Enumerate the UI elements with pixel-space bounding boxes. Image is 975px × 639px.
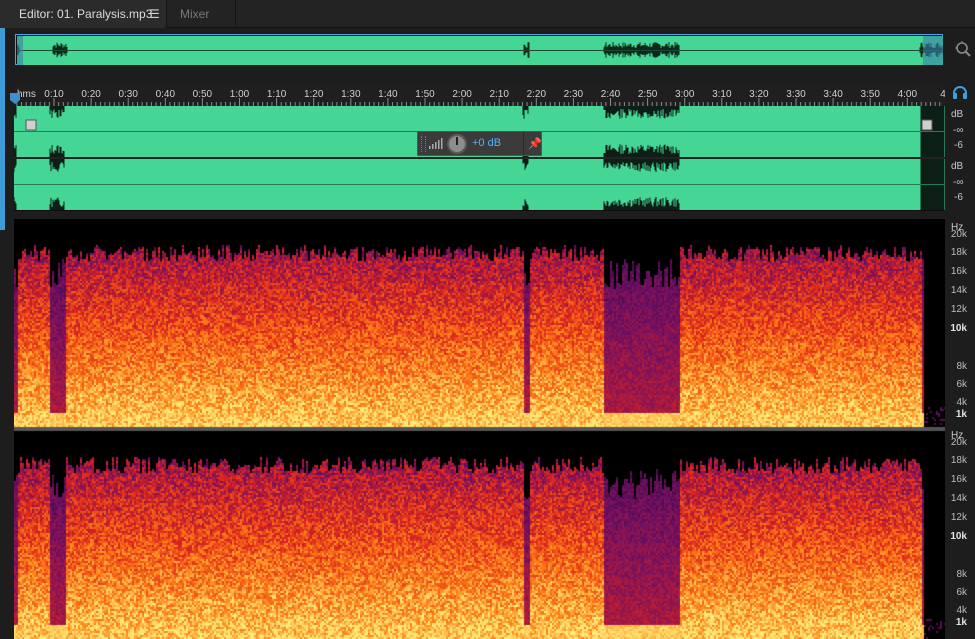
waveform-channels[interactable]	[14, 106, 945, 211]
hz-tick-label: 10k	[950, 531, 967, 542]
hz-tick-label: 14k	[950, 285, 967, 296]
db-unit-ch2: dB	[951, 161, 964, 172]
ruler-tick-label: 1:50	[415, 89, 435, 100]
ruler-tick-label: 1:10	[267, 89, 287, 100]
ruler-tick-label: 0:40	[156, 89, 176, 100]
ruler-tick-label: 3:00	[675, 89, 695, 100]
ruler-tick-label: 1:30	[341, 89, 361, 100]
ruler-tick-label: 3:10	[712, 89, 732, 100]
volume-bars-icon	[429, 138, 443, 149]
ruler-tick-label: 2:30	[564, 89, 584, 100]
hz-tick-label: 8k	[956, 569, 967, 580]
waveform-display[interactable]	[14, 106, 945, 211]
hz-tick-label: 16k	[950, 474, 967, 485]
ruler-tick-label: 1:00	[230, 89, 250, 100]
db-label-ch2-6: -6	[954, 192, 963, 203]
tab-bar: Editor: 01. Paralysis.mp3 ☰ Mixer	[0, 0, 975, 28]
ruler-tick-label: 0:20	[81, 89, 101, 100]
hz-tick-label: 12k	[950, 512, 967, 523]
ruler-tick-label: 0:30	[118, 89, 138, 100]
overview-navigator[interactable]	[15, 34, 943, 65]
hz-tick-label: 14k	[950, 493, 967, 504]
ruler-tick-label: 0:10	[44, 89, 64, 100]
db-label-ch2-inf: -∞	[953, 177, 964, 188]
tab-editor-label: Editor: 01. Paralysis.mp3	[19, 7, 153, 21]
fade-in-handle-icon[interactable]	[25, 119, 37, 131]
db-label-ch1-6: -6	[954, 140, 963, 151]
ruler-tick-label: 2:00	[452, 89, 472, 100]
volume-value[interactable]: +0 dB	[472, 137, 501, 149]
tab-menu-icon[interactable]: ☰	[149, 7, 160, 21]
panel-focus-indicator	[0, 28, 5, 230]
db-label-ch1-inf: -∞	[953, 125, 964, 136]
hz-tick-label: 6k	[956, 379, 967, 390]
db-unit-ch1: dB	[951, 109, 964, 120]
ruler-tick-label: 4:00	[898, 89, 918, 100]
ruler-tick-label: 2:40	[601, 89, 621, 100]
hz-tick-label: 8k	[956, 361, 967, 372]
hz-tick-label: 20k	[950, 437, 967, 448]
time-ruler[interactable]: hms 0:10 0:20 0:30 0:40 0:50 1:00 1:10 1:20 1:30 1…	[14, 84, 945, 106]
ruler-tick-label: 3:40	[823, 89, 843, 100]
playhead-icon[interactable]	[9, 92, 21, 105]
hud-volume-control[interactable]: +0 dB 📌	[417, 131, 542, 156]
frequency-scale: Hz 20k 18k 16k 14k 12k 10k 8k 6k 4k 1k Hz 20k 18k 16k 1…	[941, 219, 975, 639]
hz-tick-label: 6k	[956, 587, 967, 598]
ruler-tick-label: 3:30	[786, 89, 806, 100]
editor-window: { "tabs": { "editor_label": "Editor: 01.…	[0, 0, 975, 639]
hz-tick-label: 20k	[950, 229, 967, 240]
zoom-icon[interactable]	[954, 40, 972, 58]
hz-tick-label: 10k	[950, 323, 967, 334]
hz-tick-label: 18k	[950, 247, 967, 258]
ruler-tick-label: 1:20	[304, 89, 324, 100]
fade-out-handle-icon[interactable]	[921, 119, 933, 131]
ruler-tick-label: 3:20	[749, 89, 769, 100]
ruler-tick-label: 2:20	[527, 89, 547, 100]
hz-tick-label: 1k	[955, 409, 967, 420]
spectral-frequency-display[interactable]	[14, 219, 945, 639]
hud-divider	[523, 132, 524, 155]
hz-tick-label: 18k	[950, 455, 967, 466]
hud-drag-handle[interactable]	[421, 136, 426, 152]
pin-icon[interactable]: 📌	[528, 137, 542, 150]
ruler-tick-label: 2:10	[489, 89, 509, 100]
hz-tick-label: 4k	[956, 605, 967, 616]
hz-tick-label: 16k	[950, 266, 967, 277]
ruler-tick-label: 0:50	[193, 89, 213, 100]
hz-tick-label: 1k	[955, 617, 967, 628]
ruler-tick-label: 2:50	[638, 89, 658, 100]
ruler-ticks: hms 0:10 0:20 0:30 0:40 0:50 1:00 1:10 1:20 1:30 1…	[16, 89, 945, 106]
tab-editor[interactable]: Editor: 01. Paralysis.mp3 ☰	[0, 0, 167, 28]
hz-tick-label: 4k	[956, 397, 967, 408]
spectrogram[interactable]	[14, 219, 945, 639]
volume-knob[interactable]	[447, 134, 467, 154]
hz-tick-label: 12k	[950, 304, 967, 315]
ruler-tick-label: 3:50	[860, 89, 880, 100]
ruler-tick-label: 1:40	[378, 89, 398, 100]
headphones-icon[interactable]	[952, 85, 968, 99]
tab-mixer-label: Mixer	[180, 7, 210, 21]
tab-mixer[interactable]: Mixer	[168, 0, 236, 28]
ruler-tick-label: 4:	[940, 89, 945, 100]
overview-waveform[interactable]	[17, 36, 943, 65]
